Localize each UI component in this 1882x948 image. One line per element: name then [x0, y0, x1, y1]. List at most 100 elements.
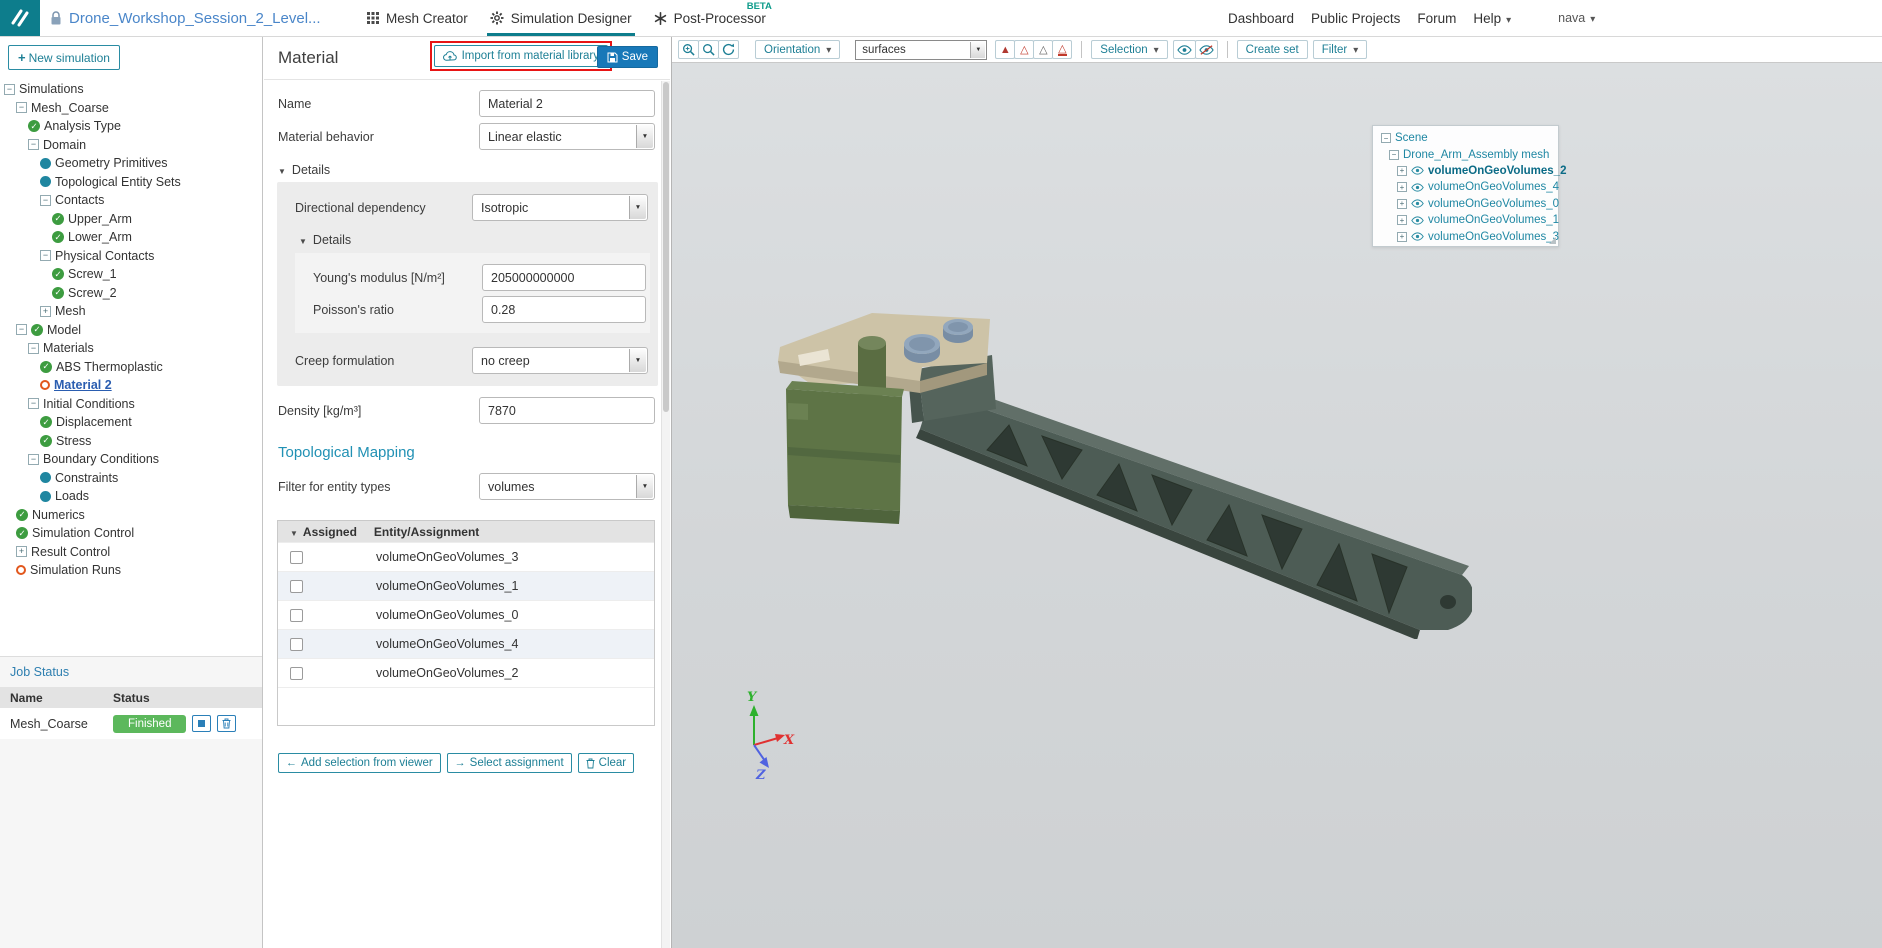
tab-mesh-creator[interactable]: Mesh Creator — [367, 0, 468, 36]
youngs-modulus-input[interactable] — [482, 264, 646, 291]
add-selection-button[interactable]: Add selection from viewer — [278, 753, 441, 773]
mesh-quality-flag-button[interactable] — [1052, 40, 1073, 59]
tree-item-domain[interactable]: Domain — [0, 136, 262, 155]
help-menu[interactable]: Help — [1473, 11, 1511, 26]
reset-view-button[interactable] — [718, 40, 739, 59]
mesh-quality-dark-button[interactable] — [1033, 40, 1054, 59]
mesh-quality-filled-button[interactable] — [995, 40, 1016, 59]
tree-item-lower-arm[interactable]: Lower_Arm — [0, 228, 262, 247]
tree-item-analysis-type[interactable]: Analysis Type — [0, 117, 262, 136]
material-behavior-select[interactable]: Linear elastic — [479, 123, 655, 150]
zoom-extents-button[interactable] — [698, 40, 719, 59]
tab-post-processor[interactable]: Post-Processor BETA — [654, 0, 772, 36]
render-mode-select[interactable]: surfaces — [855, 39, 988, 60]
tree-item-simulation-runs[interactable]: Simulation Runs — [0, 561, 262, 580]
eye-icon[interactable] — [1411, 232, 1424, 241]
entity-type-filter-select[interactable]: volumes — [479, 473, 655, 500]
poisson-ratio-input[interactable] — [482, 296, 646, 323]
tree-item-contacts[interactable]: Contacts — [0, 191, 262, 210]
tree-item-simulation-control[interactable]: Simulation Control — [0, 524, 262, 543]
tree-item-constraints[interactable]: Constraints — [0, 469, 262, 488]
eye-icon[interactable] — [1411, 166, 1424, 176]
selection-dropdown[interactable]: Selection — [1091, 40, 1168, 59]
creep-formulation-select[interactable]: no creep — [472, 347, 648, 374]
scene-mesh-row[interactable]: Drone_Arm_Assembly mesh — [1373, 146, 1558, 162]
tree-item-material-2[interactable]: Material 2 — [0, 376, 262, 395]
delete-job-button[interactable] — [217, 715, 237, 732]
tree-item-result-control[interactable]: Result Control — [0, 543, 262, 562]
nav-label: Forum — [1417, 10, 1457, 26]
tree-item-screw-2[interactable]: Screw_2 — [0, 284, 262, 303]
assignment-checkbox[interactable] — [290, 637, 303, 651]
tree-item-upper-arm[interactable]: Upper_Arm — [0, 210, 262, 229]
tree-item-boundary-conditions[interactable]: Boundary Conditions — [0, 450, 262, 469]
tree-item-model[interactable]: Model — [0, 321, 262, 340]
assignment-checkbox[interactable] — [290, 550, 303, 564]
name-input[interactable] — [479, 90, 655, 117]
eye-icon[interactable] — [1411, 183, 1424, 192]
scene-volume-row[interactable]: volumeOnGeoVolumes_4 — [1373, 179, 1559, 195]
details-toggle[interactable]: Details — [264, 163, 670, 177]
scrollbar-thumb[interactable] — [663, 82, 669, 412]
tree-item-topological-entity-sets[interactable]: Topological Entity Sets — [0, 173, 262, 192]
drone-arm-model[interactable] — [772, 299, 1472, 639]
tree-item-stress[interactable]: Stress — [0, 432, 262, 451]
eye-icon[interactable] — [1411, 199, 1424, 208]
scene-volume-row[interactable]: volumeOnGeoVolumes_2 — [1373, 163, 1566, 179]
tree-item-geometry-primitives[interactable]: Geometry Primitives — [0, 154, 262, 173]
density-input[interactable] — [479, 397, 655, 424]
directional-dependency-select[interactable]: Isotropic — [472, 194, 648, 221]
nav-public-projects[interactable]: Public Projects — [1311, 11, 1400, 26]
user-menu[interactable]: nava — [1558, 11, 1595, 25]
scene-volume-row[interactable]: volumeOnGeoVolumes_1 — [1373, 212, 1559, 228]
eye-icon[interactable] — [1411, 215, 1424, 225]
new-simulation-button[interactable]: New simulation — [8, 45, 120, 70]
hide-selected-button[interactable] — [1194, 40, 1218, 59]
import-material-library-button[interactable]: Import from material library — [433, 45, 608, 67]
scene-volume-row[interactable]: volumeOnGeoVolumes_3 — [1373, 228, 1559, 244]
scene-root-row[interactable]: Scene — [1373, 130, 1558, 146]
scene-root-label: Scene — [1395, 132, 1428, 145]
orientation-dropdown[interactable]: Orientation — [755, 40, 841, 59]
job-status-badge: Finished — [113, 714, 187, 733]
tree-item-simulations[interactable]: Simulations — [0, 80, 262, 99]
zoom-in-button[interactable] — [678, 40, 699, 59]
tree-item-screw-1[interactable]: Screw_1 — [0, 265, 262, 284]
select-assignment-button[interactable]: Select assignment — [446, 753, 572, 773]
create-set-button[interactable]: Create set — [1236, 40, 1308, 59]
project-title[interactable]: Drone_Workshop_Session_2_Level... — [69, 10, 321, 27]
details2-toggle[interactable]: Details — [285, 233, 650, 247]
tree-item-mesh-coarse[interactable]: Mesh_Coarse — [0, 99, 262, 118]
assignment-checkbox[interactable] — [290, 579, 303, 593]
tab-simulation-designer[interactable]: Simulation Designer — [486, 0, 635, 36]
scene-volume-row[interactable]: volumeOnGeoVolumes_0 — [1373, 196, 1559, 212]
nav-forum[interactable]: Forum — [1417, 11, 1456, 26]
expand-icon — [16, 546, 27, 558]
filter-dropdown[interactable]: Filter — [1312, 40, 1368, 59]
tree-item-label: Lower_Arm — [68, 230, 132, 245]
tree-item-abs-thermoplastic[interactable]: ABS Thermoplastic — [0, 358, 262, 377]
tree-item-mesh[interactable]: Mesh — [0, 302, 262, 321]
assignment-checkbox[interactable] — [290, 608, 303, 622]
tree-item-initial-conditions[interactable]: Initial Conditions — [0, 395, 262, 414]
tree-item-physical-contacts[interactable]: Physical Contacts — [0, 247, 262, 266]
panel-scrollbar[interactable] — [661, 81, 670, 948]
tree-item-displacement[interactable]: Displacement — [0, 413, 262, 432]
app-logo[interactable] — [0, 0, 40, 36]
stop-job-button[interactable] — [192, 715, 212, 732]
assignment-table-header[interactable]: Assigned Entity/Assignment — [278, 521, 654, 542]
tree-item-loads[interactable]: Loads — [0, 487, 262, 506]
lock-icon — [50, 10, 62, 26]
mesh-quality-outline-button[interactable] — [1014, 40, 1035, 59]
check-icon — [52, 268, 64, 281]
scene-tree-panel[interactable]: Scene Drone_Arm_Assembly mesh volumeOnGe… — [1372, 125, 1566, 247]
entity-name: volumeOnGeoVolumes_4 — [376, 637, 519, 651]
assignment-checkbox[interactable] — [290, 666, 303, 680]
show-selected-button[interactable] — [1172, 40, 1196, 59]
viewer-canvas[interactable]: Y X Z Scene Drone_Arm_Assembly mesh volu… — [672, 63, 1882, 948]
save-button[interactable]: Save — [596, 46, 658, 68]
clear-button[interactable]: Clear — [577, 753, 635, 773]
tree-item-numerics[interactable]: Numerics — [0, 506, 262, 525]
nav-dashboard[interactable]: Dashboard — [1228, 11, 1294, 26]
tree-item-materials[interactable]: Materials — [0, 339, 262, 358]
